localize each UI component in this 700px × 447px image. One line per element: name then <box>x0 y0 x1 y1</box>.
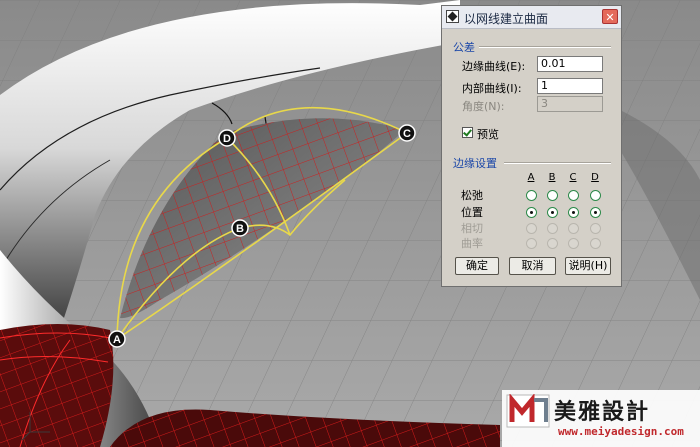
edge-settings-heading: 边缘设置 <box>453 157 497 170</box>
close-button[interactable]: ✕ <box>602 9 618 24</box>
radio-curvature-b <box>547 238 558 249</box>
tolerance-divider <box>479 46 611 48</box>
preview-checkbox[interactable] <box>462 127 473 138</box>
radio-curvature-a <box>526 238 537 249</box>
dialog-titlebar[interactable]: 以网线建立曲面 ✕ <box>442 6 621 29</box>
rhino-app-icon <box>446 10 459 23</box>
radio-curvature-d <box>590 238 601 249</box>
row-position-label: 位置 <box>461 206 483 219</box>
cancel-button[interactable]: 取消 <box>509 257 556 275</box>
radio-position-c[interactable] <box>568 207 579 218</box>
radio-position-d[interactable] <box>590 207 601 218</box>
brand-name: 美雅設計 <box>554 400 651 425</box>
point-a[interactable]: A <box>108 330 126 348</box>
column-a-header: A <box>527 172 535 183</box>
radio-loose-a[interactable] <box>526 190 537 201</box>
brand-logo <box>506 394 550 428</box>
edge-curves-input[interactable]: 0.01 <box>537 56 603 72</box>
column-c-header: C <box>569 172 577 183</box>
radio-tangency-a <box>526 223 537 234</box>
brand-url: www.meiyadesign.com <box>558 425 684 438</box>
point-b[interactable]: B <box>231 219 249 237</box>
angle-label: 角度(N): <box>462 100 505 113</box>
edge-settings-divider <box>504 162 611 164</box>
radio-curvature-c <box>568 238 579 249</box>
angle-input: 3 <box>537 96 603 112</box>
row-tangency-label: 相切 <box>461 222 483 235</box>
row-loose-label: 松弛 <box>461 189 483 202</box>
interior-curves-input[interactable]: 1 <box>537 78 603 94</box>
tolerance-heading: 公差 <box>453 41 475 54</box>
point-c[interactable]: C <box>398 124 416 142</box>
radio-position-a[interactable] <box>526 207 537 218</box>
radio-position-b[interactable] <box>547 207 558 218</box>
point-c-label: C <box>403 128 411 140</box>
row-curvature-label: 曲率 <box>461 237 483 250</box>
column-b-header: B <box>548 172 556 183</box>
ok-button[interactable]: 确定 <box>455 257 499 275</box>
radio-loose-c[interactable] <box>568 190 579 201</box>
radio-tangency-d <box>590 223 601 234</box>
close-icon: ✕ <box>605 11 615 24</box>
radio-tangency-c <box>568 223 579 234</box>
edge-curves-label: 边缘曲线(E): <box>462 60 526 73</box>
network-surface-dialog: 以网线建立曲面 ✕ 公差 边缘曲线(E): 0.01 内部曲线(I): 1 角度… <box>441 5 622 287</box>
watermark: 美雅設計 www.meiyadesign.com <box>502 390 700 447</box>
radio-tangency-b <box>547 223 558 234</box>
point-a-label: A <box>113 334 121 346</box>
point-d-label: D <box>223 133 231 145</box>
radio-loose-d[interactable] <box>590 190 601 201</box>
point-d[interactable]: D <box>218 129 236 147</box>
interior-curves-label: 内部曲线(I): <box>462 82 522 95</box>
dialog-title: 以网线建立曲面 <box>464 12 549 26</box>
column-d-header: D <box>591 172 599 183</box>
help-button[interactable]: 说明(H) <box>565 257 611 275</box>
radio-loose-b[interactable] <box>547 190 558 201</box>
point-b-label: B <box>236 223 244 235</box>
preview-label: 预览 <box>477 128 499 141</box>
